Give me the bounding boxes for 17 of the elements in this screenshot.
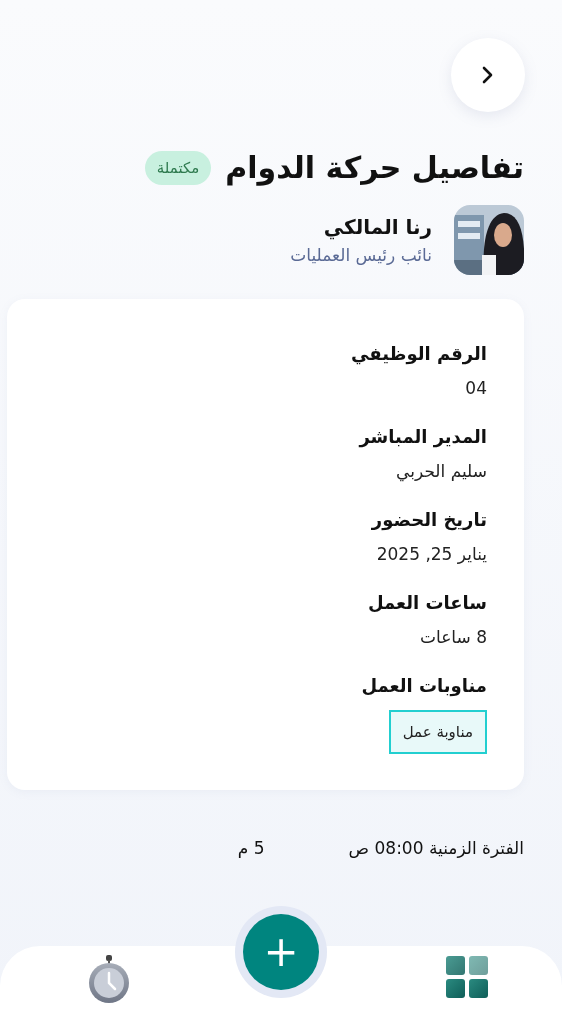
field-value: 8 ساعات [420, 627, 487, 647]
time-range-text: الفترة الزمنية 08:00 ص [348, 838, 524, 858]
field-value: يناير 25, 2025 [376, 544, 487, 564]
status-badge: مكتملة [144, 150, 212, 185]
employee-name: رنا المالكي [322, 215, 432, 239]
field-label: تاريخ الحضور [371, 509, 487, 530]
field-value: سليم الحربي [396, 461, 487, 481]
field-label: المدير المباشر [359, 426, 487, 447]
field-value: 04 [465, 378, 487, 398]
page-title: تفاصيل حركة الدوام [225, 150, 524, 185]
field-label: الرقم الوظيفي [351, 343, 487, 364]
shift-tag: مناوبة عمل [388, 710, 487, 754]
employee-position: نائب رئيس العمليات [290, 245, 432, 265]
field-label: مناوبات العمل [361, 675, 487, 696]
chevron-right-icon [481, 65, 495, 85]
time-range-text: 5 م [237, 838, 265, 858]
field-label: ساعات العمل [367, 592, 487, 613]
